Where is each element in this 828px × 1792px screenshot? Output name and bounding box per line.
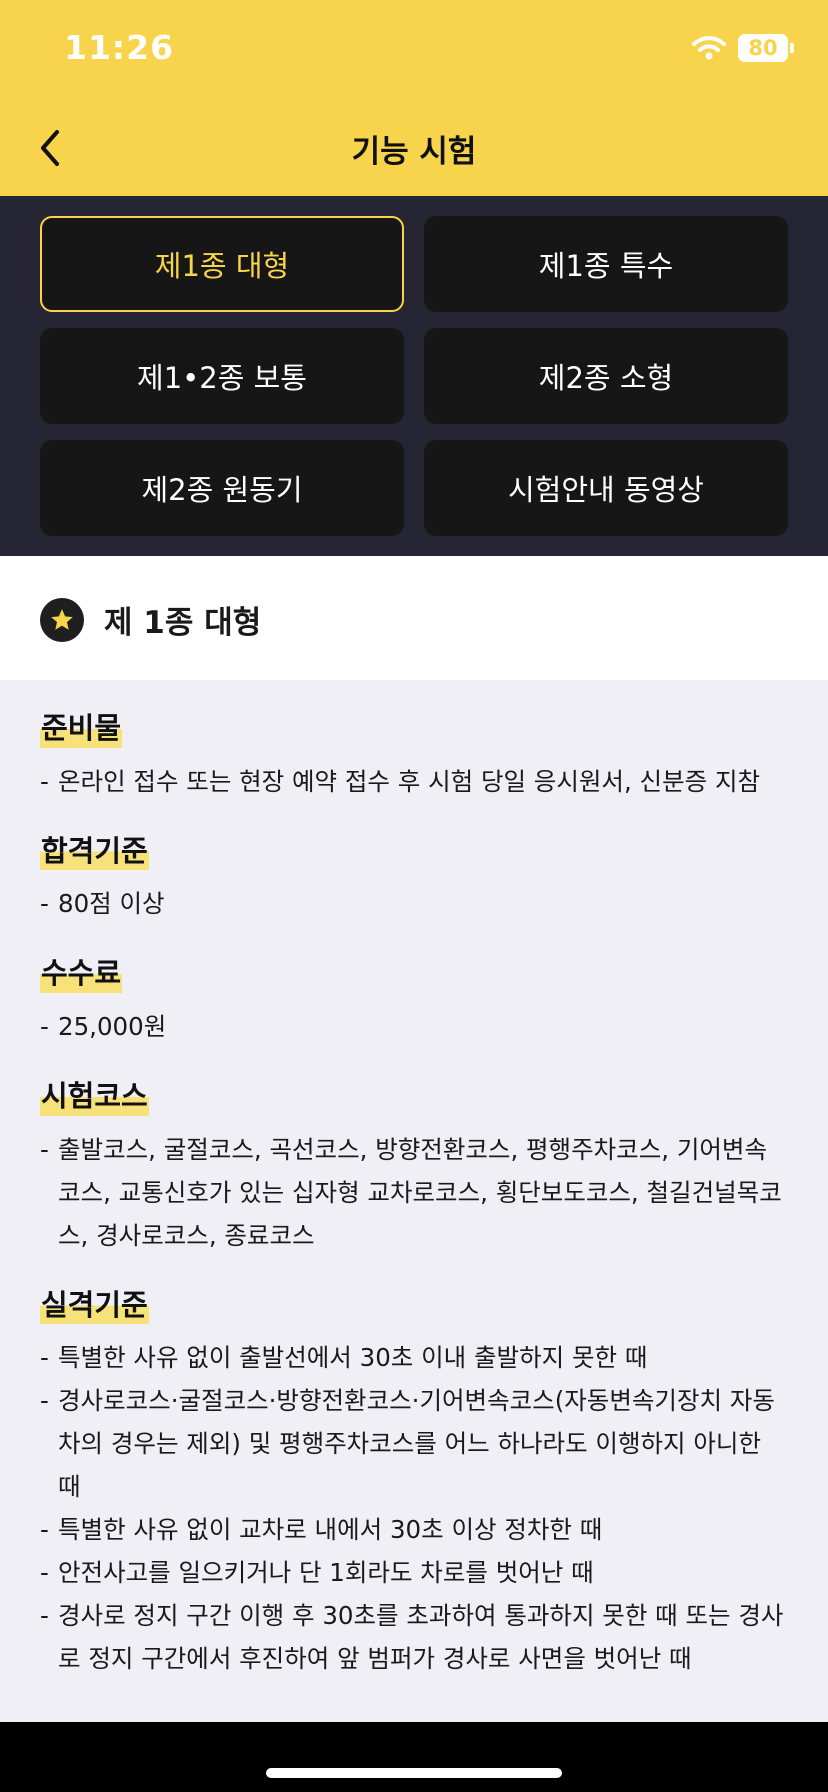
battery-indicator: 80 (738, 34, 794, 62)
category-tabs: 제1종 대형 제1종 특수 제1•2종 보통 제2종 소형 제2종 원동기 시험… (0, 196, 828, 556)
fee-heading: 수수료 (40, 955, 123, 994)
tab-class2-motor[interactable]: 제2종 원동기 (40, 440, 404, 536)
status-time: 11:26 (64, 28, 175, 67)
prep-heading: 준비물 (40, 710, 123, 748)
course-heading: 시험코스 (40, 1078, 149, 1116)
status-bar: 11:26 80 (0, 0, 828, 100)
pass-line: 80점 이상 (40, 882, 788, 925)
fail-line: 특별한 사유 없이 출발선에서 30초 이내 출발하지 못한 때 (40, 1336, 788, 1379)
course-block: 시험코스 출발코스, 굴절코스, 곡선코스, 방향전환코스, 평행주차코스, 기… (40, 1078, 788, 1257)
course-line: 출발코스, 굴절코스, 곡선코스, 방향전환코스, 평행주차코스, 기어변속코스… (40, 1128, 788, 1257)
fee-line: 25,000원 (40, 1005, 788, 1048)
pass-heading: 합격기준 (40, 832, 149, 871)
fee-block: 수수료 25,000원 (40, 955, 788, 1048)
pass-block: 합격기준 80점 이상 (40, 832, 788, 925)
info-content: 준비물 온라인 접수 또는 현장 예약 접수 후 시험 당일 응시원서, 신분증… (40, 680, 788, 1680)
status-right: 80 (692, 34, 794, 62)
prep-line: 온라인 접수 또는 현장 예약 접수 후 시험 당일 응시원서, 신분증 지참 (40, 760, 788, 803)
tab-class2-small[interactable]: 제2종 소형 (424, 328, 788, 424)
fail-heading: 실격기준 (40, 1286, 149, 1325)
fail-line: 안전사고를 일으키거나 단 1회라도 차로를 벗어난 때 (40, 1551, 788, 1594)
fail-line: 경사로 정지 구간 이행 후 30초를 초과하여 통과하지 못한 때 또는 경사… (40, 1594, 788, 1680)
wifi-icon (692, 35, 726, 61)
tab-guide-video[interactable]: 시험안내 동영상 (424, 440, 788, 536)
section-title: 제 1종 대형 (104, 605, 262, 641)
section-header: 제 1종 대형 (0, 556, 828, 680)
bottom-bar (0, 1722, 828, 1792)
home-indicator[interactable] (266, 1768, 562, 1778)
fail-line: 경사로코스·굴절코스·방향전환코스·기어변속코스(자동변속기장치 자동차의 경우… (40, 1379, 788, 1508)
fail-block: 실격기준 특별한 사유 없이 출발선에서 30초 이내 출발하지 못한 때 경사… (40, 1286, 788, 1681)
tab-class12-normal[interactable]: 제1•2종 보통 (40, 328, 404, 424)
prep-block: 준비물 온라인 접수 또는 현장 예약 접수 후 시험 당일 응시원서, 신분증… (40, 710, 788, 803)
tab-class1-special[interactable]: 제1종 특수 (424, 216, 788, 312)
star-icon (40, 598, 84, 642)
nav-bar: 기능 시험 (0, 100, 828, 196)
page-title: 기능 시험 (351, 134, 477, 170)
tab-class1-large[interactable]: 제1종 대형 (40, 216, 404, 312)
fail-line: 특별한 사유 없이 교차로 내에서 30초 이상 정차한 때 (40, 1508, 788, 1551)
